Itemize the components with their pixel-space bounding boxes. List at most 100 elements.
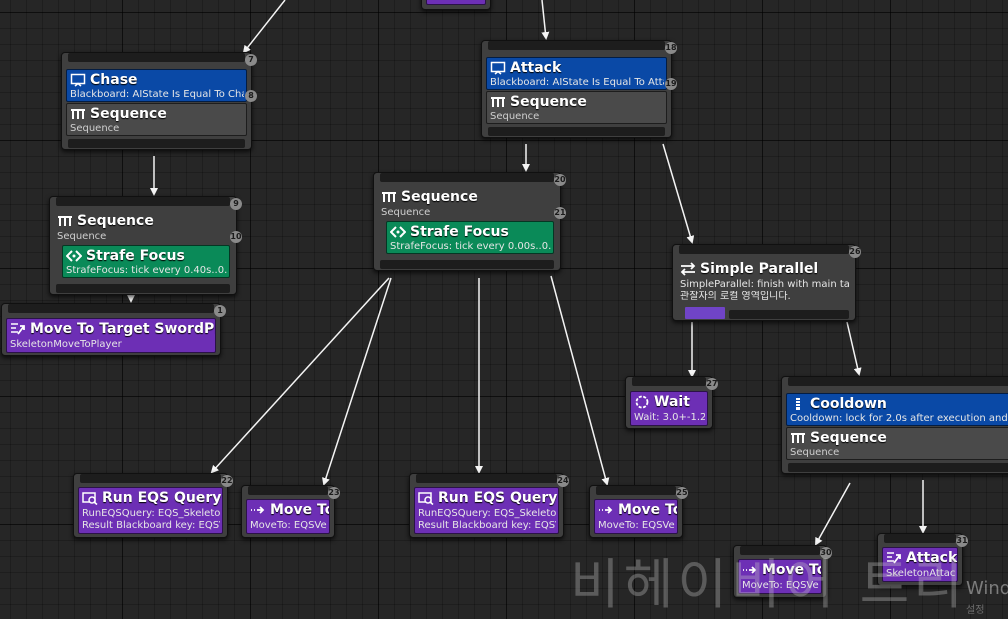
composite-title: Sequence (90, 106, 167, 122)
cooldown-node[interactable]: Cooldown Cooldown: lock for 2.0s after e… (781, 376, 1008, 474)
input-pin[interactable] (488, 41, 665, 50)
sequence-icon (57, 214, 73, 228)
input-pin[interactable] (596, 486, 676, 495)
composite-description: Sequence (381, 207, 431, 218)
composite-block[interactable]: Sequence Sequence (486, 91, 667, 124)
wire (815, 482, 851, 546)
service-title: Strafe Focus (410, 224, 509, 240)
offscreen-node[interactable] (421, 0, 491, 10)
move-to-icon (250, 503, 266, 517)
composite-block[interactable]: Sequence Sequence (54, 211, 232, 243)
input-pin[interactable] (632, 377, 706, 386)
input-pin[interactable] (788, 377, 1008, 386)
input-pin[interactable] (248, 486, 328, 495)
execution-index: 23 (328, 487, 340, 499)
sequence-left-node[interactable]: 9 Sequence Sequence 10 Strafe Focus Stra… (49, 196, 242, 295)
blackboard-icon (490, 61, 506, 75)
task-block[interactable]: Move To Target SwordPlayer SkeletonMoveT… (6, 318, 216, 353)
input-pin[interactable] (68, 53, 245, 62)
input-pin[interactable] (416, 474, 557, 483)
task-description: Wait: 3.0+-1.2s (634, 412, 705, 423)
graph-watermark: 비헤이비어 트리 (570, 553, 967, 616)
composite-block[interactable]: Sequence Sequence (786, 427, 1008, 460)
decorator-block[interactable]: Attack Blackboard: AIState Is Equal To A… (486, 57, 667, 90)
task-title: Move To Target SwordPlayer (30, 321, 215, 337)
output-pin[interactable] (380, 260, 554, 269)
wait-icon (634, 395, 650, 409)
output-pin[interactable] (488, 127, 665, 136)
input-pin[interactable] (8, 304, 214, 313)
eqs-query-icon (82, 491, 98, 505)
execution-index: 9 (230, 198, 242, 210)
composite-block[interactable]: Sequence Sequence (66, 103, 247, 136)
composite-description: Sequence (70, 123, 120, 134)
decorator-title: Cooldown (810, 396, 887, 412)
windows-activation-text: Wind (966, 578, 1008, 599)
decorator-block[interactable]: Chase Blackboard: AIState Is Equal To Ch… (66, 69, 247, 102)
task-block[interactable]: Move To MoveTo: EQSVe (246, 499, 330, 534)
output-pin[interactable] (729, 310, 849, 319)
input-pin[interactable] (679, 245, 849, 254)
sequence-icon (490, 95, 506, 109)
wire (846, 321, 862, 376)
task-result-key: Result Blackboard key: EQSVe (418, 520, 556, 531)
execution-index: 25 (676, 487, 688, 499)
sequence-icon (790, 431, 806, 445)
simple-parallel-node[interactable]: 26 Simple Parallel SimpleParallel: finis… (672, 244, 861, 321)
composite-title: Sequence (401, 189, 478, 205)
execution-index: 27 (706, 378, 718, 390)
composite-description: SimpleParallel: finish with main task (680, 279, 849, 290)
wait-node[interactable]: 27 Wait Wait: 3.0+-1.2s (625, 376, 718, 429)
execution-index: 26 (849, 246, 861, 258)
service-index: 10 (230, 231, 242, 243)
output-pin[interactable] (68, 139, 245, 148)
composite-title: Sequence (810, 430, 887, 446)
sequence-icon (381, 190, 397, 204)
execution-index: 24 (557, 475, 569, 487)
chase-node[interactable]: 7 Chase Blackboard: AIState Is Equal To … (61, 52, 257, 150)
output-pin[interactable] (56, 284, 230, 293)
service-block[interactable]: Strafe Focus StrafeFocus: tick every 0.4… (62, 245, 230, 278)
run-eqs-query-node[interactable]: 22 Run EQS Query RunEQSQuery: EQS_Skelet… (73, 473, 233, 538)
task-description: RunEQSQuery: EQS_Skeleton (418, 508, 556, 519)
attack-sequence-node[interactable]: 18 Attack Blackboard: AIState Is Equal T… (481, 40, 677, 138)
blackboard-icon (70, 73, 86, 87)
task-title: Move To (270, 502, 330, 518)
composite-title: Sequence (510, 94, 587, 110)
move-to-node[interactable]: 25 Move To MoveTo: EQSVe (589, 485, 688, 538)
main-task-pin[interactable] (685, 307, 725, 319)
input-pin[interactable] (380, 173, 554, 182)
move-to-target-node[interactable]: 1 Move To Target SwordPlayer SkeletonMov… (1, 303, 226, 356)
composite-block[interactable]: Sequence Sequence (378, 187, 556, 219)
task-title: Wait (654, 394, 690, 410)
output-pin[interactable] (788, 463, 1008, 472)
wire (550, 275, 610, 486)
input-pin[interactable] (80, 474, 221, 483)
run-eqs-query-node[interactable]: 24 Run EQS Query RunEQSQuery: EQS_Skelet… (409, 473, 569, 538)
wire (322, 277, 392, 486)
input-pin[interactable] (56, 197, 230, 206)
wire (242, 0, 286, 54)
task-block[interactable]: Wait Wait: 3.0+-1.2s (630, 391, 708, 426)
task-block[interactable]: Move To MoveTo: EQSVe (594, 499, 678, 534)
task-description: SkeletonMoveToPlayer (10, 339, 122, 350)
execution-index: 20 (554, 174, 566, 186)
decorator-index: 8 (245, 90, 257, 102)
decorator-description: Cooldown: lock for 2.0s after execution … (790, 413, 1008, 424)
move-to-icon (10, 322, 26, 336)
cooldown-icon (790, 397, 806, 411)
composite-block[interactable]: Simple Parallel SimpleParallel: finish w… (677, 259, 851, 307)
task-block[interactable]: Run EQS Query RunEQSQuery: EQS_Skeleton … (414, 487, 559, 534)
task-description: MoveTo: EQSVe (598, 520, 675, 531)
sequence-icon (70, 107, 86, 121)
wire (662, 143, 695, 244)
task-block[interactable]: Run EQS Query RunEQSQuery: EQS_Skeleton … (78, 487, 223, 534)
composite-description: Sequence (790, 447, 840, 458)
service-block[interactable]: Strafe Focus StrafeFocus: tick every 0.0… (386, 221, 554, 254)
sequence-mid-node[interactable]: 20 Sequence Sequence 21 Strafe Focus Str… (373, 172, 566, 271)
service-icon (66, 249, 82, 263)
eqs-query-icon (418, 491, 434, 505)
decorator-block[interactable]: Cooldown Cooldown: lock for 2.0s after e… (786, 393, 1008, 426)
composite-title: Simple Parallel (700, 261, 819, 277)
move-to-node[interactable]: 23 Move To MoveTo: EQSVe (241, 485, 340, 538)
